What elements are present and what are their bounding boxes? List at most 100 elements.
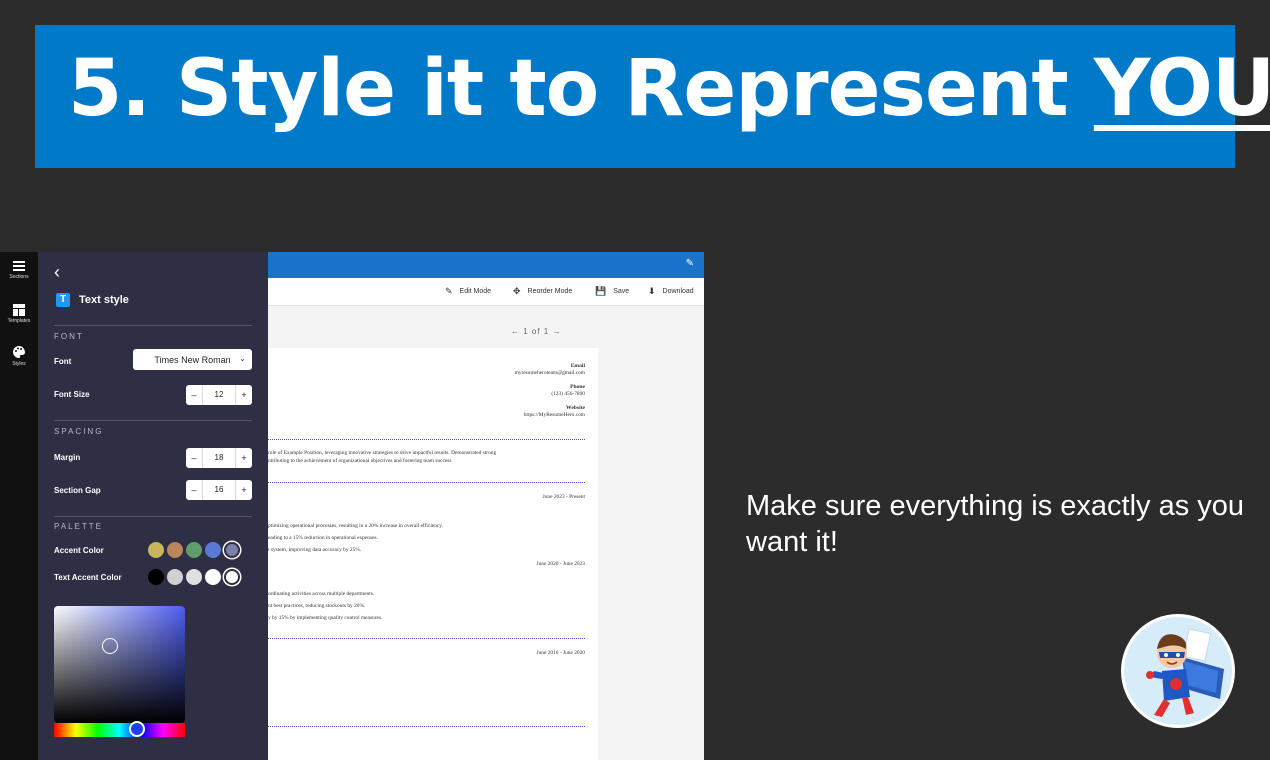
text-accent-color-swatch[interactable]	[224, 569, 240, 585]
section-divider	[268, 439, 585, 440]
increment-button[interactable]: +	[236, 485, 252, 495]
font-label: Font	[54, 357, 72, 366]
summary-line: role of Example Position, leveraging inn…	[268, 450, 497, 456]
job-bullet: nt best practices, reducing stockouts by…	[268, 603, 366, 609]
margin-label: Margin	[54, 453, 81, 462]
font-select-value: Times New Roman	[154, 354, 231, 365]
phone-value: (123) 456-7890	[551, 391, 585, 397]
app-top-bar: ✎	[268, 252, 704, 278]
menu-icon	[13, 261, 25, 271]
back-arrow-icon[interactable]: ‹	[54, 262, 60, 283]
font-size-stepper[interactable]: – 12 +	[186, 385, 252, 405]
download-icon: ⬇	[648, 286, 656, 296]
color-picker-area[interactable]	[54, 606, 185, 723]
resume-preview: Email myresumeheroteam@gmail.com Phone (…	[268, 348, 598, 760]
hue-slider[interactable]	[54, 723, 185, 737]
left-rail: Sections Templates Styles	[0, 252, 38, 760]
phone-label: Phone	[570, 384, 585, 390]
save-button[interactable]: 💾 Save	[595, 286, 629, 297]
increment-button[interactable]: +	[236, 453, 252, 463]
job-dates: June 2023 - Present	[542, 494, 585, 500]
save-icon: 💾	[595, 286, 607, 296]
title-banner: 5. Style it to Represent YOU	[35, 25, 1270, 168]
reorder-mode-button[interactable]: ✥ Reorder Mode	[513, 286, 572, 297]
email-value: myresumeheroteam@gmail.com	[514, 370, 585, 376]
template-icon	[13, 304, 25, 316]
website-value: https://MyResumeHero.com	[523, 412, 585, 418]
margin-stepper[interactable]: – 18 +	[186, 448, 252, 468]
email-label: Email	[570, 363, 585, 369]
section-divider	[268, 638, 585, 639]
text-accent-color-swatch[interactable]	[148, 569, 164, 585]
move-icon: ✥	[513, 286, 521, 296]
job-bullet: ordinating activities across multiple de…	[268, 591, 375, 597]
rail-label-templates: Templates	[7, 318, 31, 324]
divider	[54, 420, 252, 421]
save-label: Save	[613, 288, 630, 295]
accent-color-swatches	[148, 542, 243, 558]
section-divider	[268, 726, 585, 727]
text-accent-color-swatch[interactable]	[205, 569, 221, 585]
panel-title: T Text style	[56, 290, 129, 310]
font-size-label: Font Size	[54, 390, 90, 399]
mascot-avatar	[1121, 614, 1235, 728]
text-accent-color-swatch[interactable]	[167, 569, 183, 585]
download-button[interactable]: ⬇ Download	[648, 286, 694, 297]
chevron-down-icon: ⌄	[239, 354, 246, 363]
divider	[54, 325, 252, 326]
accent-color-swatch[interactable]	[224, 542, 240, 558]
accent-color-swatch[interactable]	[205, 542, 221, 558]
decrement-button[interactable]: –	[186, 390, 202, 400]
text-accent-color-swatches	[148, 569, 243, 585]
edit-icon: ✎	[445, 286, 453, 296]
website-label: Website	[566, 405, 585, 411]
app-screenshot: Sections Templates Styles ‹ T Text style…	[0, 252, 704, 760]
job-dates: June 2020 - June 2023	[536, 561, 585, 567]
font-size-value[interactable]: 12	[202, 385, 236, 405]
edit-mode-label: Edit Mode	[459, 288, 492, 295]
rail-item-templates[interactable]: Templates	[0, 304, 38, 324]
increment-button[interactable]: +	[236, 390, 252, 400]
download-label: Download	[662, 288, 694, 295]
page-title: 5. Style it to Represent YOU	[68, 44, 1270, 134]
edit-icon[interactable]: ✎	[686, 258, 694, 269]
panel-title-label: Text style	[79, 294, 129, 306]
text-style-icon: T	[56, 293, 70, 307]
title-emphasis: YOU	[1093, 44, 1270, 134]
caption-text: Make sure everything is exactly as you w…	[746, 490, 1245, 558]
job-bullet: eading to a 15% reduction in operational…	[268, 535, 378, 541]
section-gap-label: Section Gap	[54, 486, 101, 495]
style-panel: ‹ T Text style FONT Font Times New Roman…	[38, 252, 268, 760]
rail-label-sections: Sections	[9, 274, 29, 280]
accent-color-swatch[interactable]	[148, 542, 164, 558]
accent-color-label: Accent Color	[54, 546, 104, 555]
section-gap-stepper[interactable]: – 16 +	[186, 480, 252, 500]
decrement-button[interactable]: –	[186, 485, 202, 495]
palette-section-heading: PALETTE	[54, 522, 103, 531]
text-accent-color-label: Text Accent Color	[54, 573, 122, 582]
color-picker-handle[interactable]	[102, 638, 118, 654]
accent-color-swatch[interactable]	[186, 542, 202, 558]
decrement-button[interactable]: –	[186, 453, 202, 463]
hue-slider-thumb[interactable]	[129, 721, 145, 737]
text-accent-color-swatch[interactable]	[186, 569, 202, 585]
summary-line: ntributing to the achievement of organiz…	[268, 458, 452, 464]
superhero-mascot-icon	[1146, 628, 1224, 717]
job-bullet: y by 15% by implementing quality control…	[268, 615, 383, 621]
job-dates: June 2016 - June 2020	[536, 650, 585, 656]
palette-icon	[13, 346, 25, 358]
font-select[interactable]: Times New Roman ⌄	[133, 349, 252, 370]
section-gap-value[interactable]: 16	[202, 480, 236, 500]
font-section-heading: FONT	[54, 332, 84, 341]
reorder-mode-label: Reorder Mode	[527, 288, 573, 295]
margin-value[interactable]: 18	[202, 448, 236, 468]
rail-item-sections[interactable]: Sections	[0, 260, 38, 280]
page-navigation[interactable]: ← 1 of 1 →	[511, 327, 561, 336]
rail-item-styles[interactable]: Styles	[0, 345, 38, 367]
edit-mode-button[interactable]: ✎ Edit Mode	[445, 286, 491, 297]
divider	[54, 516, 252, 517]
job-bullet: t system, improving data accuracy by 25%…	[268, 547, 362, 553]
job-bullet: ptimizing operational processes, resulti…	[268, 523, 443, 529]
accent-color-swatch[interactable]	[167, 542, 183, 558]
spacing-section-heading: SPACING	[54, 427, 104, 436]
